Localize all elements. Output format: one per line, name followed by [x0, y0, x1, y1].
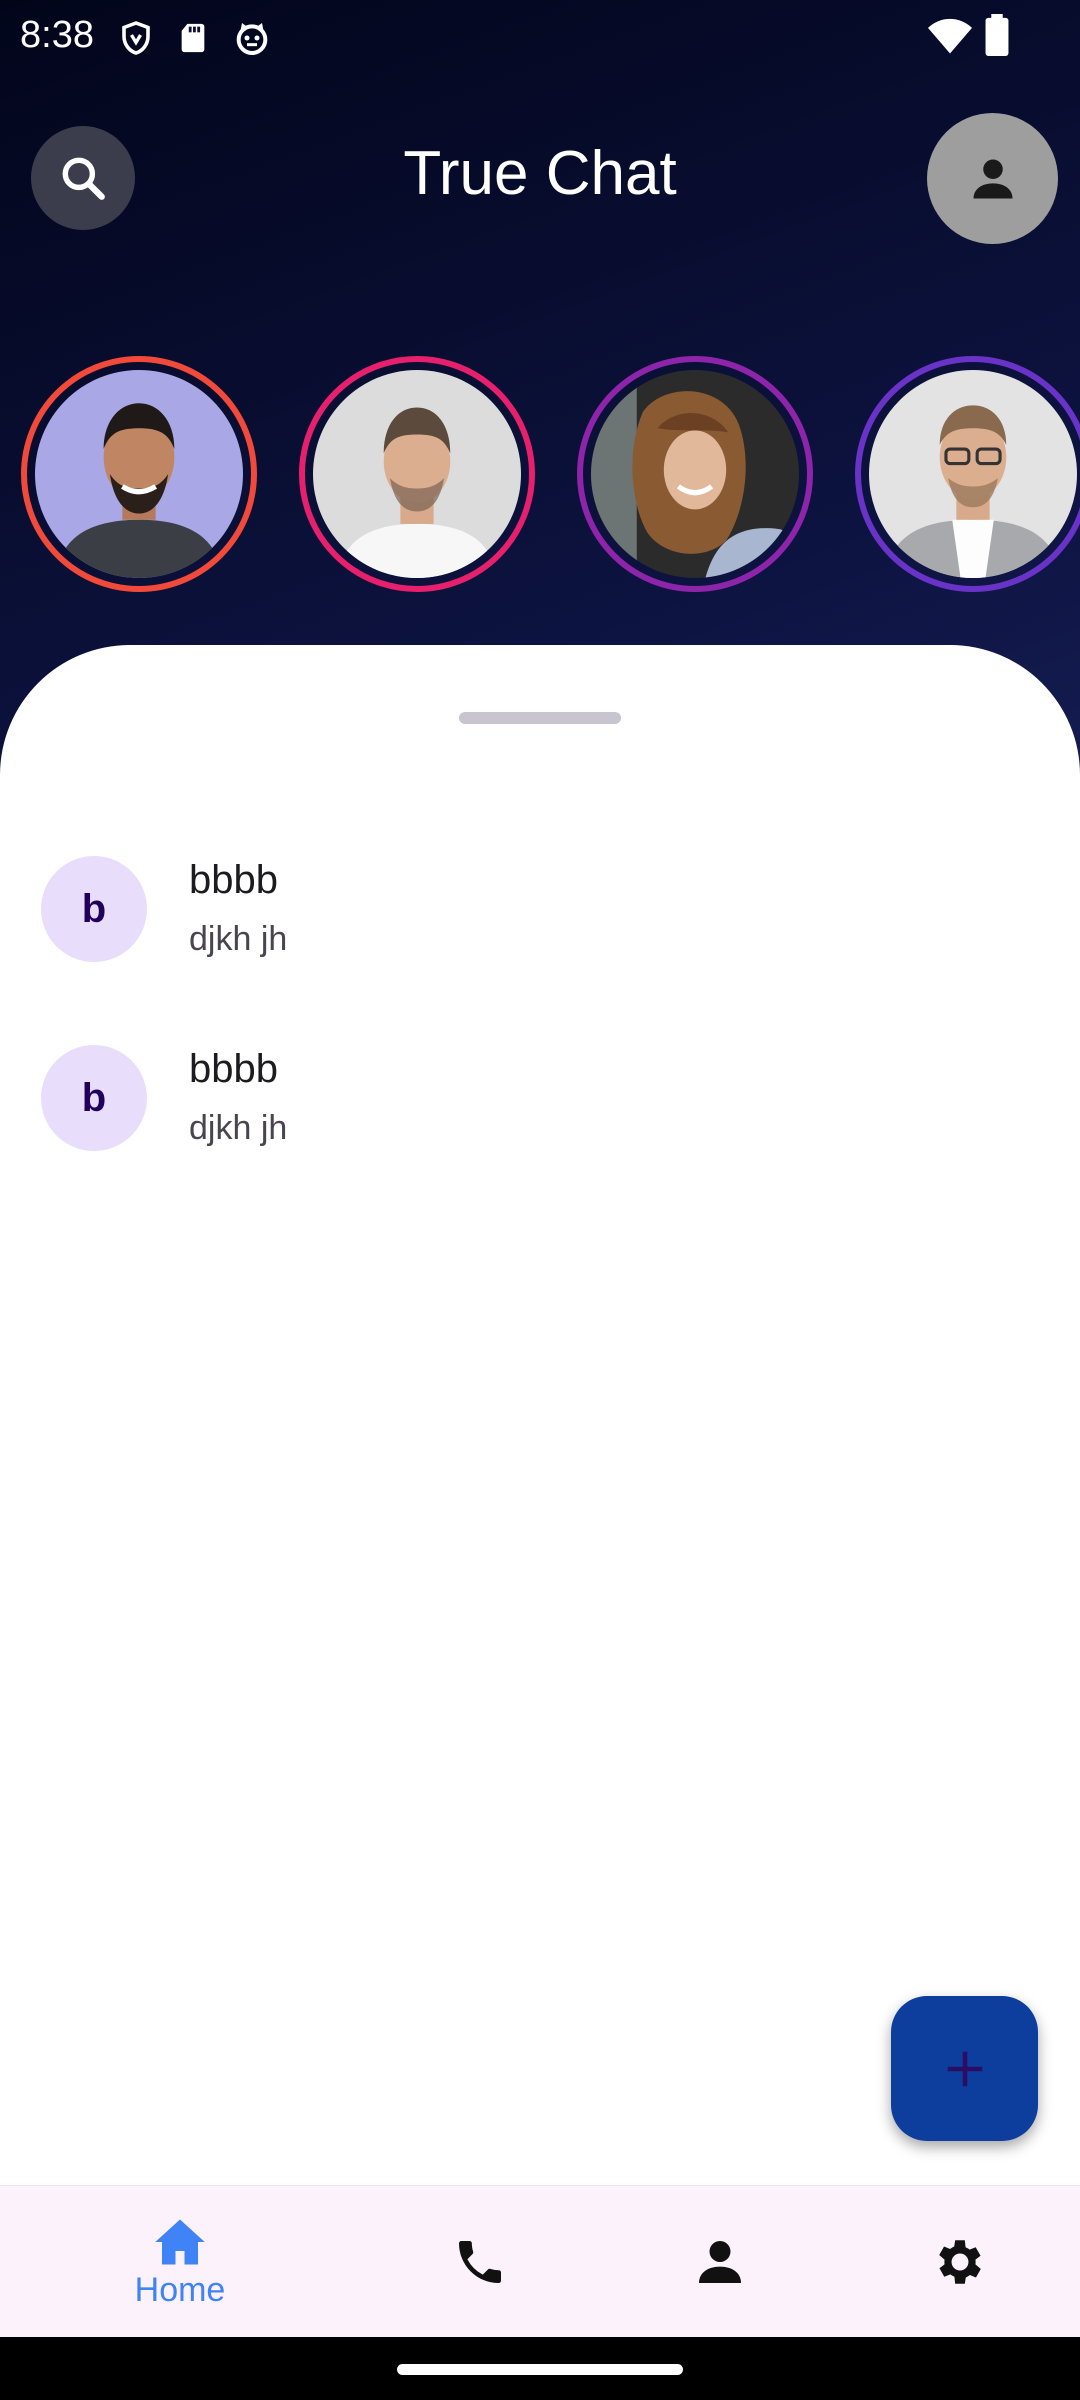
gesture-bar[interactable] [397, 2364, 683, 2375]
nav-item-calls[interactable] [400, 2186, 560, 2338]
drag-handle[interactable] [459, 712, 621, 724]
cat-face-icon [236, 23, 268, 56]
nav-label-home: Home [134, 2270, 226, 2309]
story-avatar[interactable] [855, 356, 1080, 592]
chat-list-item[interactable]: b bbbb djkh jh [0, 1045, 1080, 1195]
story-avatar[interactable] [577, 356, 813, 592]
person-icon [699, 2241, 741, 2283]
home-icon [155, 2219, 205, 2264]
system-gesture-area [0, 2337, 1080, 2400]
new-chat-button[interactable] [891, 1996, 1038, 2141]
chat-name: bbbb [189, 858, 278, 902]
chat-last-message: djkh jh [189, 920, 288, 958]
shield-icon [122, 21, 150, 55]
chat-avatar: b [41, 1045, 147, 1151]
nav-item-settings[interactable] [880, 2186, 1040, 2338]
chat-avatar: b [41, 856, 147, 962]
nav-item-home[interactable]: Home [100, 2186, 260, 2338]
story-photo [313, 370, 521, 578]
phone-icon [459, 2241, 501, 2283]
story-avatar[interactable] [299, 356, 535, 592]
plus-icon [947, 2051, 982, 2086]
nav-item-profile[interactable] [640, 2186, 800, 2338]
profile-button[interactable] [927, 113, 1058, 244]
sd-card-icon [181, 23, 205, 53]
person-icon [973, 159, 1012, 198]
gear-icon [939, 2240, 981, 2284]
bottom-navigation: Home [0, 2185, 1080, 2338]
story-photo [591, 370, 799, 578]
chat-list-item[interactable]: b bbbb djkh jh [0, 856, 1080, 1006]
story-avatar[interactable] [21, 356, 257, 592]
status-bar: 8:38 [0, 0, 1080, 75]
status-time: 8:38 [20, 14, 94, 56]
chat-list-sheet: b bbbb djkh jh b bbbb djkh jh [0, 645, 1080, 2185]
story-photo [869, 370, 1077, 578]
app-title: True Chat [403, 139, 677, 208]
story-photo [35, 370, 243, 578]
wifi-icon [928, 18, 972, 54]
battery-icon [985, 14, 1009, 56]
chat-last-message: djkh jh [189, 1109, 288, 1147]
chat-name: bbbb [189, 1047, 278, 1091]
